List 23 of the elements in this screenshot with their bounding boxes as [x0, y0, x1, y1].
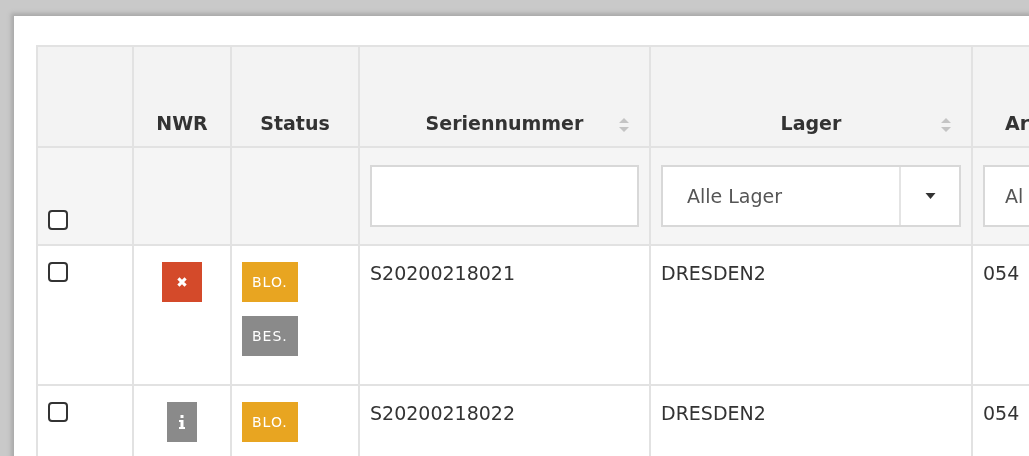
caret-icon [924, 193, 936, 199]
column-header[interactable]: Seriennummer [425, 112, 584, 134]
filter-input[interactable] [370, 165, 639, 227]
table-cell: S20200218022 [370, 402, 516, 424]
checkbox[interactable] [48, 262, 68, 282]
table-cell: 054 [983, 402, 1020, 424]
checkbox[interactable] [48, 210, 68, 230]
table-cell: DRESDEN2 [661, 262, 766, 284]
table-cell: S20200218021 [370, 262, 516, 284]
filter-dropdown[interactable]: Alle Lager [661, 165, 961, 227]
column-header: NWR [156, 112, 208, 134]
checkbox[interactable] [48, 402, 68, 422]
status-badge: BES. [242, 316, 298, 356]
column-header: Ar [1004, 112, 1029, 134]
column-header[interactable]: Lager [780, 112, 842, 134]
error-icon [162, 262, 202, 302]
table-cell: 054 [983, 262, 1020, 284]
info-icon [167, 402, 197, 442]
filter-dropdown[interactable]: Al [983, 165, 1029, 227]
column-header: Status [260, 112, 330, 134]
table-cell: DRESDEN2 [661, 402, 766, 424]
status-badge: BLO. [242, 262, 298, 302]
status-badge: BLO. [242, 402, 298, 442]
